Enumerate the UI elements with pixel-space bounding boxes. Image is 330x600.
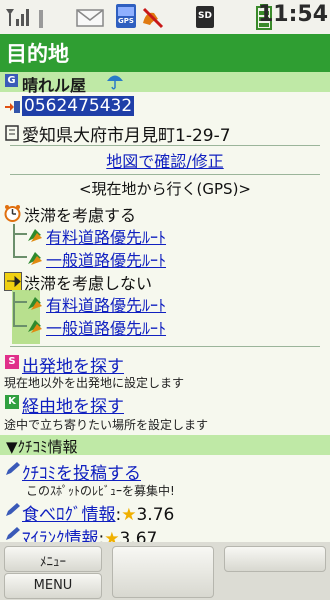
center-softkey[interactable] — [112, 546, 214, 598]
waypoint-badge-icon: K — [5, 395, 19, 409]
sd-card-icon: SD — [196, 6, 214, 28]
clock: 11:54 — [257, 2, 328, 27]
tree-connector — [13, 256, 27, 258]
arrow-right-icon — [7, 275, 21, 288]
menu2-softkey-label: MENU — [33, 578, 73, 593]
find-waypoint-link[interactable]: 経由地を探す — [22, 392, 124, 417]
tabelog-link[interactable]: 食べﾛｸﾞ情報 — [22, 505, 116, 525]
confirm-on-map-link[interactable]: 地図で確認/修正 — [106, 152, 223, 171]
title-bar: 目的地 — [0, 34, 330, 72]
genre-badge-icon: G — [5, 74, 18, 87]
phone-number-link[interactable]: 0562475432 — [22, 96, 135, 116]
sd-label: SD — [198, 11, 212, 21]
reviews-header-label: ▼ｸﾁｺﾐ情報 — [6, 438, 78, 456]
post-review-link[interactable]: ｸﾁｺﾐを投稿する — [22, 459, 141, 484]
star-icon: ★ — [121, 505, 137, 525]
gps-icon: GPS — [116, 4, 136, 28]
reviews-section-header[interactable]: ▼ｸﾁｺﾐ情報 — [0, 435, 330, 456]
menu-softkey[interactable]: ﾒﾆｭｰ — [4, 546, 102, 572]
main-content: G 晴れル屋 0562475432 愛知県大府市月見町1-29-7 地図で確認/… — [0, 72, 330, 549]
departure-badge-icon: S — [5, 355, 19, 369]
route-car-icon — [28, 320, 42, 333]
traffic-clock-icon — [4, 205, 21, 222]
page-title: 目的地 — [6, 42, 69, 66]
option-label: 渋滞を考慮する — [24, 206, 137, 225]
menu2-softkey[interactable]: MENU — [4, 573, 102, 599]
menu-softkey-label: ﾒﾆｭｰ — [40, 555, 66, 570]
route-car-icon — [28, 252, 42, 265]
mail-icon — [76, 9, 104, 27]
tree-connector — [13, 292, 15, 326]
general-road-priority-route[interactable]: 一般道路優先ﾙｰﾄ — [46, 315, 166, 339]
pencil-icon — [6, 503, 20, 516]
divider — [10, 174, 320, 175]
pencil-icon — [6, 462, 20, 475]
phone-call-icon — [5, 101, 20, 113]
tree-connector — [13, 325, 27, 327]
address-text: 愛知県大府市月見町1-29-7 — [22, 126, 231, 146]
toll-road-priority-route[interactable]: 有料道路優先ﾙｰﾄ — [46, 224, 166, 248]
tabelog-info[interactable]: 食べﾛｸﾞ情報:★3.76 — [22, 500, 174, 525]
umbrella-icon — [107, 75, 123, 90]
gps-label: GPS — [118, 17, 134, 25]
divider — [10, 346, 320, 347]
review-note: このｽﾎﾟｯﾄのﾚﾋﾞｭｰを募集中! — [26, 484, 175, 498]
right-softkey[interactable] — [224, 546, 326, 572]
tree-connector — [13, 224, 15, 258]
softkey-bar: ﾒﾆｭｰ MENU — [0, 542, 330, 600]
no-call-icon — [142, 7, 164, 29]
confirm-map-link-wrap: 地図で確認/修正 — [0, 148, 330, 172]
pencil-icon — [6, 527, 20, 540]
tree-connector — [13, 301, 27, 303]
route-car-icon — [28, 297, 42, 310]
option-label: 渋滞を考慮しない — [24, 274, 153, 293]
waypoint-note: 途中で立ち寄りたい場所を設定します — [4, 418, 209, 432]
address-building-icon — [5, 125, 19, 141]
tabelog-score: 3.76 — [136, 505, 175, 525]
toll-road-priority-route[interactable]: 有料道路優先ﾙｰﾄ — [46, 292, 166, 316]
phone-screen: GPS SD 11:54 目的地 G 晴れル屋 0562475432 愛知県大府… — [0, 0, 330, 600]
place-name: 晴れル屋 — [22, 76, 87, 95]
gps-section-header: <現在地から行く(GPS)> — [78, 180, 252, 198]
route-car-icon — [28, 229, 42, 242]
signal-antenna-icon — [6, 9, 29, 26]
selected-indicator — [4, 272, 22, 291]
status-bar: GPS SD 11:54 — [0, 0, 330, 34]
divider — [10, 145, 320, 146]
departure-note: 現在地以外を出発地に設定します — [4, 376, 185, 390]
antenna-level-icon — [39, 10, 43, 28]
tree-connector — [13, 233, 27, 235]
general-road-priority-route[interactable]: 一般道路優先ﾙｰﾄ — [46, 247, 166, 271]
place-header: G 晴れル屋 — [0, 72, 330, 95]
